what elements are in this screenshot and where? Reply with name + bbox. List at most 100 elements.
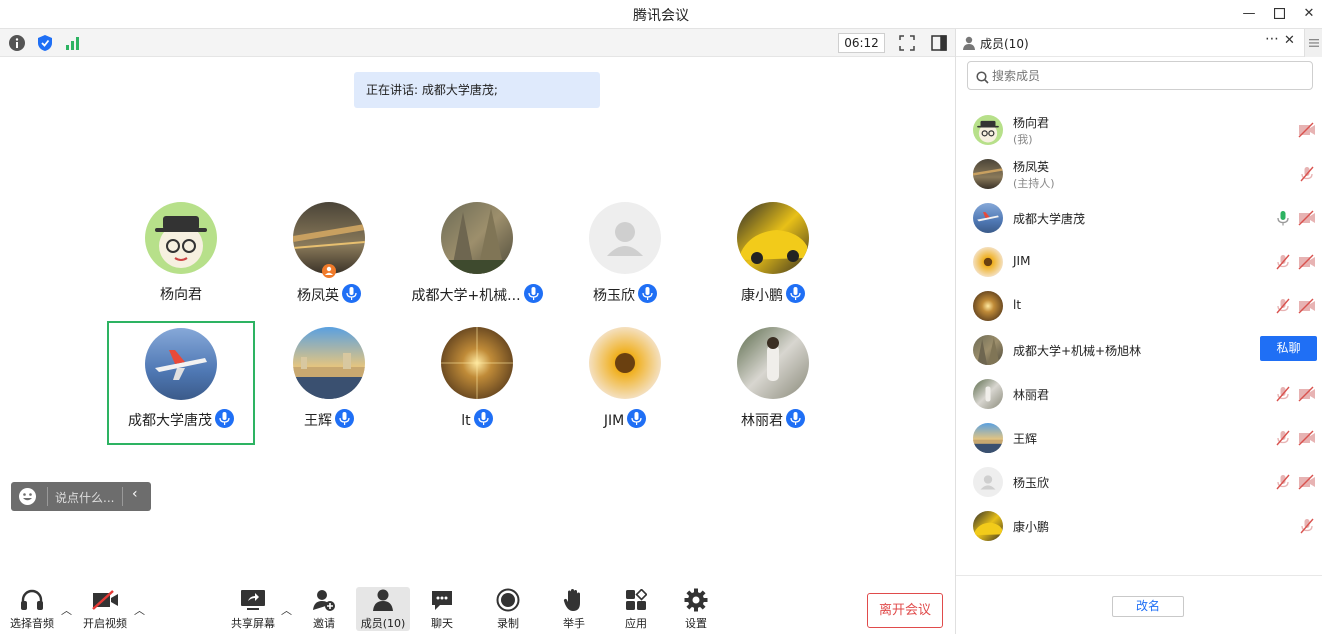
mic-muted-icon[interactable]	[1275, 298, 1291, 314]
video-tile-active-speaker[interactable]: 成都大学唐茂	[107, 321, 255, 445]
mic-active-icon[interactable]	[1275, 210, 1291, 226]
private-chat-button[interactable]: 私聊	[1260, 336, 1317, 361]
mic-muted-icon[interactable]	[1275, 474, 1291, 490]
avatar	[973, 159, 1003, 189]
video-tile[interactable]: JIM	[551, 327, 699, 451]
avatar	[973, 247, 1003, 277]
chat-button[interactable]: 聊天	[414, 587, 470, 633]
member-search-field[interactable]	[967, 61, 1313, 90]
video-tile[interactable]: 杨玉欣	[551, 202, 699, 326]
video-tile[interactable]: 杨凤英	[255, 202, 403, 326]
layout-panel-icon[interactable]	[930, 34, 948, 52]
invite-button[interactable]: 邀请	[296, 587, 352, 633]
members-icon	[962, 35, 976, 54]
camera-off-icon[interactable]	[1298, 386, 1316, 402]
panel-menu-icon[interactable]	[1304, 29, 1322, 57]
member-row[interactable]: lt	[956, 284, 1322, 328]
video-tile[interactable]: lt	[403, 327, 551, 451]
avatar	[973, 335, 1003, 365]
member-row[interactable]: 杨玉欣	[956, 460, 1322, 504]
mic-muted-icon[interactable]	[1299, 518, 1315, 534]
camera-off-icon[interactable]	[1298, 474, 1316, 490]
close-panel-icon[interactable]: ✕	[1284, 33, 1295, 48]
member-name: 康小鹏	[1013, 520, 1050, 534]
video-options-chevron-icon[interactable]: ︿	[134, 602, 145, 618]
mic-muted-icon[interactable]	[1299, 166, 1315, 182]
maximize-button[interactable]	[1268, 4, 1290, 24]
raise-hand-button[interactable]: 举手	[546, 587, 602, 633]
emoji-icon[interactable]	[18, 487, 37, 509]
members-button[interactable]: 成员(10)	[356, 587, 410, 631]
camera-off-icon[interactable]	[1298, 298, 1316, 314]
fullscreen-icon[interactable]	[898, 34, 916, 52]
collapse-chevron-icon[interactable]: ‹	[132, 486, 138, 502]
video-tile[interactable]: 康小鹏	[699, 202, 847, 326]
video-tile[interactable]: 林丽君	[699, 327, 847, 451]
video-off-icon	[77, 587, 133, 613]
members-icon	[356, 587, 410, 613]
window-title: 腾讯会议	[633, 8, 689, 24]
member-row[interactable]: JIM	[956, 240, 1322, 284]
avatar	[737, 327, 809, 399]
info-icon[interactable]	[8, 34, 26, 52]
host-badge-icon	[322, 264, 336, 278]
member-role: (我)	[1013, 133, 1033, 146]
divider	[122, 487, 123, 506]
microphone-icon	[627, 409, 647, 428]
participant-name: 林丽君	[699, 409, 847, 430]
avatar	[737, 202, 809, 274]
invite-label: 邀请	[313, 617, 335, 630]
avatar	[973, 291, 1003, 321]
mic-muted-icon[interactable]	[1275, 430, 1291, 446]
more-options-icon[interactable]: ⋯	[1265, 31, 1279, 47]
microphone-icon	[335, 409, 354, 428]
member-row[interactable]: 林丽君	[956, 372, 1322, 416]
gear-icon	[668, 587, 724, 613]
search-icon	[976, 69, 989, 88]
security-shield-icon[interactable]	[36, 34, 54, 52]
signal-strength-icon[interactable]	[64, 34, 82, 52]
member-row[interactable]: 杨凤英 (主持人)	[956, 152, 1322, 196]
participant-name: 杨玉欣	[551, 284, 699, 305]
microphone-icon	[523, 284, 543, 303]
mic-muted-icon[interactable]	[1275, 386, 1291, 402]
member-name: 成都大学+机械+杨旭林	[1013, 344, 1142, 358]
share-screen-icon	[225, 587, 281, 613]
member-row[interactable]: 杨向君 (我)	[956, 108, 1322, 152]
settings-button[interactable]: 设置	[668, 587, 724, 633]
camera-off-icon[interactable]	[1298, 430, 1316, 446]
member-row[interactable]: 康小鹏	[956, 504, 1322, 548]
video-tile[interactable]: 成都大学+机械...	[403, 202, 551, 326]
audio-options-chevron-icon[interactable]: ︿	[61, 602, 72, 618]
video-tile[interactable]: 杨向君	[107, 202, 255, 326]
participant-name: JIM	[551, 409, 699, 429]
apps-button[interactable]: 应用	[608, 587, 664, 633]
camera-off-icon[interactable]	[1298, 210, 1316, 226]
minimize-button[interactable]: —	[1238, 4, 1260, 24]
avatar	[973, 423, 1003, 453]
member-row[interactable]: 成都大学唐茂	[956, 196, 1322, 240]
video-tile[interactable]: 王辉	[255, 327, 403, 451]
share-screen-button[interactable]: 共享屏幕	[225, 587, 281, 633]
mic-muted-icon[interactable]	[1275, 254, 1291, 270]
close-button[interactable]: ✕	[1298, 4, 1320, 24]
avatar	[145, 202, 217, 274]
quick-chat-bar[interactable]: 说点什么... ‹	[11, 482, 151, 511]
avatar	[441, 202, 513, 274]
bottom-control-bar: 选择音频 ︿ 开启视频 ︿ 共享屏幕 ︿ 邀请 成员(10) 聊天 录制 举手 …	[0, 578, 955, 634]
audio-button[interactable]: 选择音频	[4, 587, 60, 633]
video-button[interactable]: 开启视频	[77, 587, 133, 633]
chat-placeholder[interactable]: 说点什么...	[55, 489, 114, 506]
record-button[interactable]: 录制	[480, 587, 536, 633]
title-bar: 腾讯会议 — ✕	[0, 0, 1322, 29]
camera-off-icon[interactable]	[1298, 122, 1316, 138]
participant-name: lt	[403, 409, 551, 429]
share-options-chevron-icon[interactable]: ︿	[281, 602, 292, 618]
member-row[interactable]: 成都大学+机械+杨旭林 私聊	[956, 328, 1322, 372]
member-name: 杨凤英	[1013, 160, 1050, 174]
leave-meeting-button[interactable]: 离开会议	[867, 593, 943, 628]
member-search-input[interactable]	[992, 67, 1292, 85]
member-row[interactable]: 王辉	[956, 416, 1322, 460]
rename-button[interactable]: 改名	[1112, 596, 1184, 617]
camera-off-icon[interactable]	[1298, 254, 1316, 270]
